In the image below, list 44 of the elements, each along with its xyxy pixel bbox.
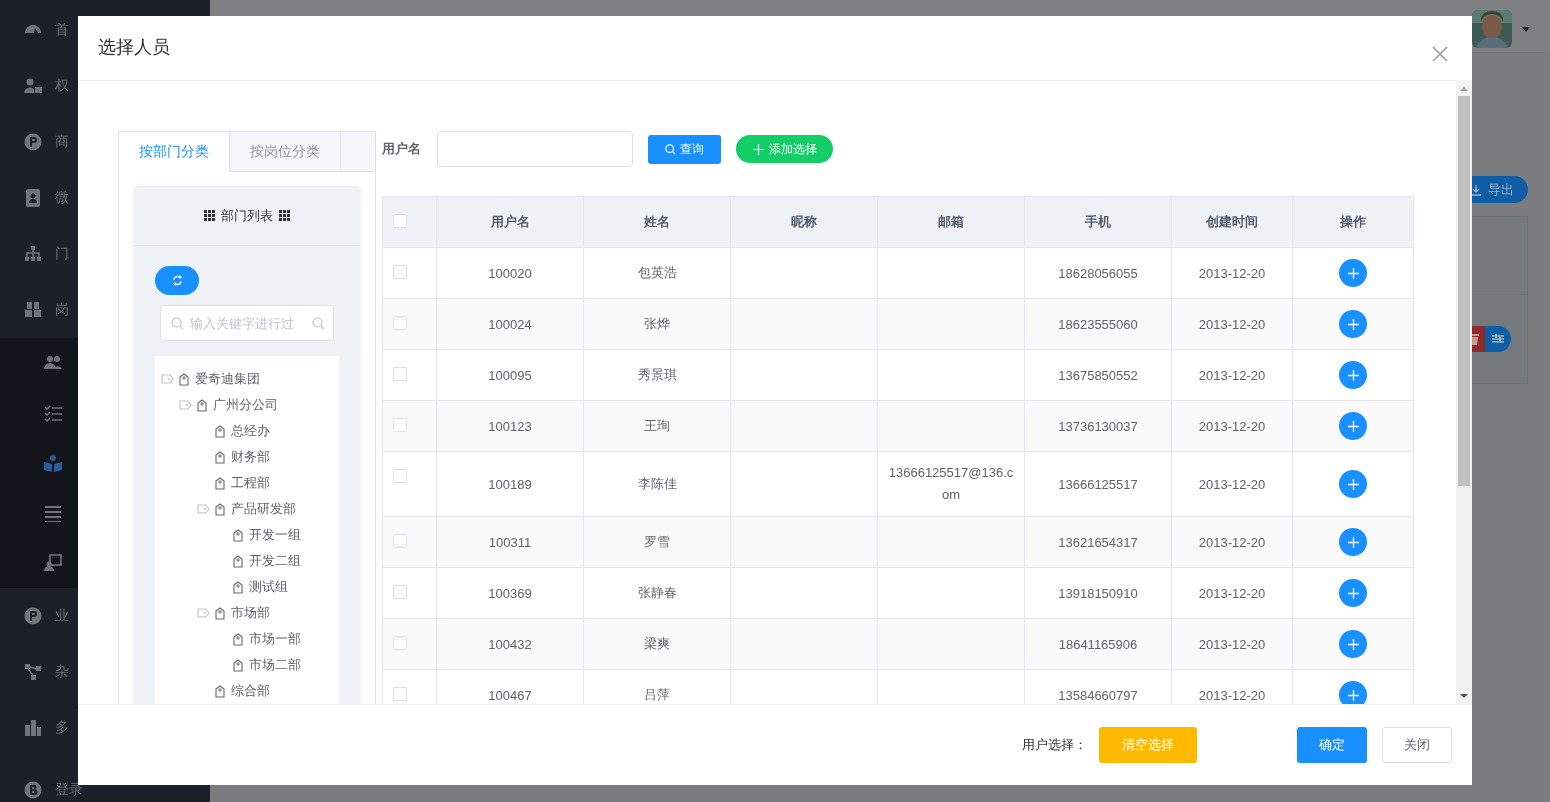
- column-header: 昵称: [730, 196, 878, 248]
- table-cell: 王珣: [583, 400, 731, 452]
- table-cell: 张烨: [583, 298, 731, 350]
- table-cell: 13918150910: [1024, 567, 1172, 619]
- table-cell: 18641165906: [1024, 618, 1172, 670]
- table-cell: 梁爽: [583, 618, 731, 670]
- table-cell: 100024: [436, 298, 584, 350]
- table-cell: 13666125517@136.com: [877, 451, 1025, 517]
- column-header: 操作: [1292, 196, 1414, 248]
- table-cell: 13666125517: [1024, 451, 1172, 517]
- table-cell: 2013-12-20: [1171, 247, 1293, 299]
- table-cell: 100123: [436, 400, 584, 452]
- table-cell: 100432: [436, 618, 584, 670]
- table-cell: 100020: [436, 247, 584, 299]
- field-label: 用户名: [382, 140, 422, 158]
- table-cell: 13621654317: [1024, 516, 1172, 568]
- panel-title: 部门列表: [221, 206, 273, 225]
- table-cell: 13675850552: [1024, 349, 1172, 401]
- table-cell: 13736130037: [1024, 400, 1172, 452]
- table-cell: 2013-12-20: [1171, 298, 1293, 350]
- table-cell: 秀景琪: [583, 349, 731, 401]
- column-header: 创建时间: [1171, 196, 1293, 248]
- table-cell: 罗雪: [583, 516, 731, 568]
- table-cell: 2013-12-20: [1171, 618, 1293, 670]
- table-cell: 2013-12-20: [1171, 516, 1293, 568]
- column-header: 姓名: [583, 196, 731, 248]
- table-cell: 18628056055: [1024, 247, 1172, 299]
- table-cell: 李陈佳: [583, 451, 731, 517]
- column-header: 用户名: [436, 196, 584, 248]
- table-cell: 2013-12-20: [1171, 567, 1293, 619]
- table-cell: 100095: [436, 349, 584, 401]
- table-cell: 2013-12-20: [1171, 451, 1293, 517]
- table-cell: 2013-12-20: [1171, 349, 1293, 401]
- table-cell: 2013-12-20: [1171, 400, 1293, 452]
- table-cell: 包英浩: [583, 247, 731, 299]
- selection-label: 用户选择：: [1022, 736, 1087, 754]
- table-cell: 18623555060: [1024, 298, 1172, 350]
- column-header: 邮箱: [877, 196, 1025, 248]
- table-cell: 100311: [436, 516, 584, 568]
- dialog-title: 选择人员: [98, 36, 170, 59]
- table-cell: 100189: [436, 451, 584, 517]
- table-cell: 张静春: [583, 567, 731, 619]
- table-cell: 100369: [436, 567, 584, 619]
- column-header: 手机: [1024, 196, 1172, 248]
